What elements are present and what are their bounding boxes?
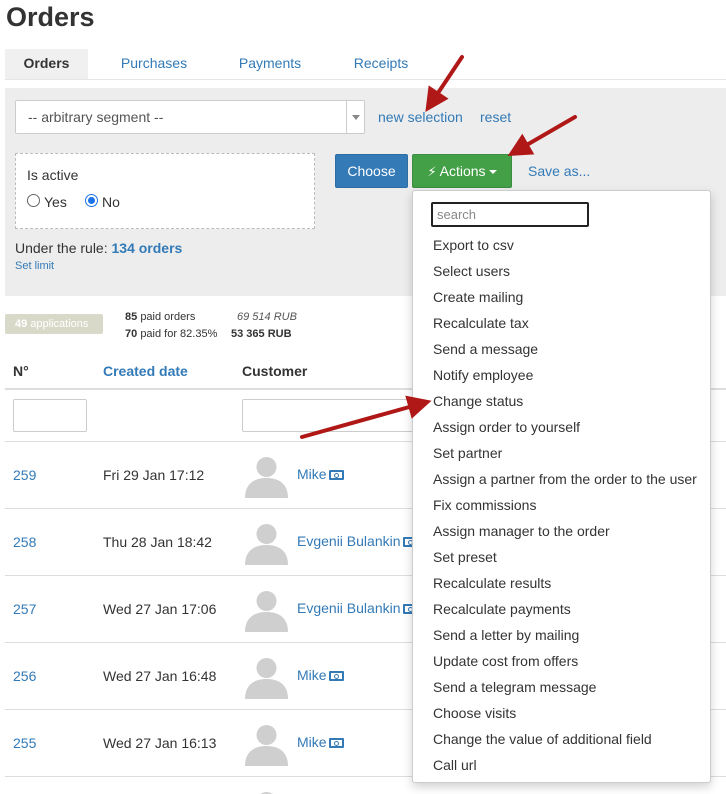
- column-header-created-date[interactable]: Created date: [103, 363, 188, 379]
- payment-card-icon: [328, 671, 344, 681]
- avatar-placeholder-icon: [245, 524, 288, 565]
- action-notify-employee[interactable]: Notify employee: [413, 362, 710, 388]
- rule-text: Under the rule: 134 orders: [15, 240, 182, 256]
- segment-select-value: -- arbitrary segment --: [28, 109, 164, 125]
- avatar-placeholder-icon: [245, 591, 288, 632]
- new-selection-link[interactable]: new selection: [378, 109, 463, 125]
- is-active-box: Is active Yes No: [15, 153, 315, 229]
- avatar-placeholder-icon: [245, 725, 288, 766]
- action-select-users[interactable]: Select users: [413, 258, 710, 284]
- order-number-link[interactable]: 258: [13, 534, 36, 550]
- paid-for-count: 70: [125, 328, 138, 340]
- order-number-link[interactable]: 257: [13, 601, 36, 617]
- avatar-placeholder-icon: [245, 658, 288, 699]
- payment-card-icon: [328, 738, 344, 748]
- radio-no-label[interactable]: No: [102, 194, 120, 210]
- order-date: Fri 29 Jan 17:12: [103, 467, 205, 483]
- chevron-down-icon: [352, 115, 360, 120]
- set-limit-link[interactable]: Set limit: [15, 260, 54, 272]
- paid-orders-line: 85 paid orders: [125, 311, 195, 323]
- action-send-message[interactable]: Send a message: [413, 336, 710, 362]
- actions-dropdown: Export to csv Select users Create mailin…: [412, 190, 711, 783]
- action-set-partner[interactable]: Set partner: [413, 440, 710, 466]
- paid-for-label: paid for 82.35%: [140, 328, 218, 340]
- action-update-cost-from-offers[interactable]: Update cost from offers: [413, 648, 710, 674]
- action-send-telegram-message[interactable]: Send a telegram message: [413, 674, 710, 700]
- customer-name: Mike: [297, 734, 327, 750]
- avatar-placeholder-icon: [245, 457, 288, 498]
- action-assign-manager[interactable]: Assign manager to the order: [413, 518, 710, 544]
- customer-link[interactable]: Mike: [297, 466, 344, 482]
- paid-orders-label: paid orders: [140, 311, 196, 323]
- action-send-letter-by-mailing[interactable]: Send a letter by mailing: [413, 622, 710, 648]
- customer-link[interactable]: Evgenii Bulankin: [297, 600, 418, 616]
- action-change-additional-field[interactable]: Change the value of additional field: [413, 726, 710, 752]
- avatar-placeholder-icon: [260, 792, 273, 794]
- payment-card-icon: [328, 470, 344, 480]
- action-assign-order-to-yourself[interactable]: Assign order to yourself: [413, 414, 710, 440]
- action-recalculate-payments[interactable]: Recalculate payments: [413, 596, 710, 622]
- number-filter-input[interactable]: [13, 399, 87, 432]
- tabs-bar: Orders Purchases Payments Receipts: [5, 49, 726, 80]
- order-number-link[interactable]: 255: [13, 735, 36, 751]
- radio-no[interactable]: [85, 194, 98, 207]
- actions-search-input[interactable]: [431, 202, 589, 227]
- page-title: Orders: [6, 2, 95, 32]
- segment-select-arrow[interactable]: [346, 101, 364, 133]
- customer-name: Mike: [297, 667, 327, 683]
- action-recalculate-tax[interactable]: Recalculate tax: [413, 310, 710, 336]
- order-date: Wed 27 Jan 16:48: [103, 668, 217, 684]
- actions-button-label: Actions: [439, 163, 486, 179]
- segment-select[interactable]: -- arbitrary segment --: [15, 100, 365, 134]
- radio-yes[interactable]: [27, 194, 40, 207]
- applications-label: applications: [30, 318, 89, 330]
- chevron-down-icon: [488, 170, 497, 175]
- reset-link[interactable]: reset: [480, 109, 511, 125]
- tab-payments[interactable]: Payments: [223, 49, 317, 79]
- order-number-link[interactable]: 256: [13, 668, 36, 684]
- applications-badge[interactable]: 49 applications: [5, 314, 103, 334]
- customer-name: Evgenii Bulankin: [297, 533, 401, 549]
- tab-purchases[interactable]: Purchases: [106, 49, 202, 79]
- choose-button[interactable]: Choose: [335, 154, 408, 188]
- rule-count-link[interactable]: 134 orders: [112, 240, 183, 256]
- paid-for-line: 70 paid for 82.35%: [125, 328, 217, 340]
- paid-orders-count: 85: [125, 311, 138, 323]
- customer-link[interactable]: Mike: [297, 667, 344, 683]
- action-export-to-csv[interactable]: Export to csv: [413, 232, 710, 258]
- paid-orders-amount: 69 514 RUB: [237, 311, 297, 323]
- order-date: Wed 27 Jan 17:06: [103, 601, 217, 617]
- action-call-url[interactable]: Call url: [413, 752, 710, 778]
- customer-link[interactable]: Evgenii Bulankin: [297, 533, 418, 549]
- tab-receipts[interactable]: Receipts: [338, 49, 424, 79]
- action-set-preset[interactable]: Set preset: [413, 544, 710, 570]
- rule-prefix: Under the rule:: [15, 240, 108, 256]
- actions-list: Export to csv Select users Create mailin…: [413, 232, 710, 778]
- customer-link[interactable]: Mike: [297, 734, 344, 750]
- column-header-number: N°: [13, 363, 29, 379]
- radio-yes-label[interactable]: Yes: [44, 194, 67, 210]
- is-active-label: Is active: [27, 167, 79, 183]
- column-header-customer: Customer: [242, 363, 308, 379]
- customer-name: Mike: [297, 466, 327, 482]
- order-date: Thu 28 Jan 18:42: [103, 534, 212, 550]
- bolt-icon: ⚡︎: [427, 164, 437, 179]
- action-assign-partner-from-order[interactable]: Assign a partner from the order to the u…: [413, 466, 710, 492]
- action-choose-visits[interactable]: Choose visits: [413, 700, 710, 726]
- action-recalculate-results[interactable]: Recalculate results: [413, 570, 710, 596]
- actions-button[interactable]: ⚡︎ Actions: [412, 154, 512, 188]
- save-as-link[interactable]: Save as...: [528, 163, 590, 179]
- applications-count: 49: [15, 318, 28, 330]
- order-number-link[interactable]: 259: [13, 467, 36, 483]
- action-fix-commissions[interactable]: Fix commissions: [413, 492, 710, 518]
- order-date: Wed 27 Jan 16:13: [103, 735, 217, 751]
- action-create-mailing[interactable]: Create mailing: [413, 284, 710, 310]
- action-change-status[interactable]: Change status: [413, 388, 710, 414]
- paid-for-amount: 53 365 RUB: [231, 328, 292, 340]
- customer-name: Evgenii Bulankin: [297, 600, 401, 616]
- tab-orders[interactable]: Orders: [5, 49, 88, 79]
